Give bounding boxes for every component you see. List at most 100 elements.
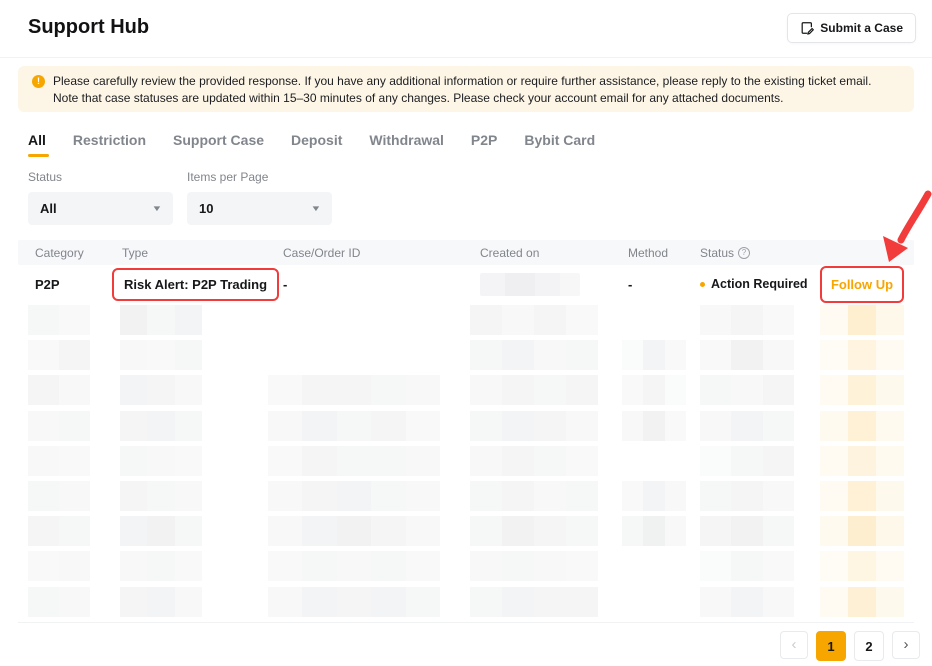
cell-action: Follow Up	[820, 266, 915, 303]
redacted-cell-category	[28, 446, 90, 476]
notice-line-1: Please carefully review the provided res…	[53, 73, 871, 90]
filters: Status All ▼ Items per Page 10 ▼	[28, 170, 332, 225]
redacted-cell-action	[820, 340, 904, 370]
chevron-left-icon: ‹	[792, 636, 797, 653]
redacted-row	[18, 587, 914, 617]
redacted-cell-created	[470, 481, 598, 511]
table-header-row: Category Type Case/Order ID Created on M…	[18, 240, 914, 265]
type-highlight-annotation: Risk Alert: P2P Trading	[112, 268, 279, 301]
redacted-row	[18, 446, 914, 476]
redacted-cell-type	[120, 481, 202, 511]
redacted-cell-method	[622, 340, 686, 370]
redacted-cell-category	[28, 516, 90, 546]
redacted-cell-status	[700, 587, 794, 617]
redacted-cell-status	[700, 340, 794, 370]
chevron-down-icon: ▼	[151, 204, 162, 213]
follow-up-button[interactable]: Follow Up	[831, 277, 893, 292]
items-per-page-select[interactable]: 10 ▼	[187, 192, 332, 225]
tab-p2p[interactable]: P2P	[471, 132, 497, 157]
redacted-cell-id	[268, 446, 440, 476]
notice-line-2: Note that case statuses are updated with…	[53, 90, 871, 107]
redacted-cell-type	[120, 340, 202, 370]
redacted-row	[18, 375, 914, 405]
redacted-cell-status	[700, 481, 794, 511]
redacted-cell-category	[28, 481, 90, 511]
redacted-cell-method	[622, 516, 686, 546]
redacted-cell-id	[268, 375, 440, 405]
page-title: Support Hub	[28, 16, 149, 39]
cell-created-on	[480, 273, 628, 296]
redacted-row	[18, 551, 914, 581]
tab-bybit-card[interactable]: Bybit Card	[524, 132, 595, 157]
redacted-created-on	[480, 273, 580, 296]
redacted-cell-action	[820, 411, 904, 441]
redacted-cell-status	[700, 375, 794, 405]
redacted-cell-id	[268, 481, 440, 511]
redacted-cell-type	[120, 446, 202, 476]
category-tabs: All Restriction Support Case Deposit Wit…	[28, 132, 595, 157]
status-label: Action Required	[711, 277, 808, 291]
next-page-button[interactable]: ›	[892, 631, 920, 659]
redacted-cell-status	[700, 551, 794, 581]
prev-page-button[interactable]: ‹	[780, 631, 808, 659]
submit-case-button[interactable]: Submit a Case	[787, 13, 916, 43]
chevron-right-icon: ›	[904, 636, 909, 653]
redacted-cell-created	[470, 587, 598, 617]
redacted-cell-type	[120, 305, 202, 335]
tab-deposit[interactable]: Deposit	[291, 132, 342, 157]
col-header-created-on: Created on	[480, 246, 628, 260]
redacted-cell-method	[622, 481, 686, 511]
redacted-cell-action	[820, 375, 904, 405]
notice-text: Please carefully review the provided res…	[53, 73, 871, 106]
redacted-cell-action	[820, 305, 904, 335]
submit-case-label: Submit a Case	[820, 21, 903, 35]
col-header-case-order-id: Case/Order ID	[283, 246, 480, 260]
redacted-cell-action	[820, 516, 904, 546]
status-header-label: Status	[700, 246, 734, 260]
items-per-page-label: Items per Page	[187, 170, 332, 184]
type-label: Risk Alert: P2P Trading	[124, 277, 267, 292]
redacted-cell-id	[268, 411, 440, 441]
redacted-cell-type	[120, 516, 202, 546]
redacted-cell-created	[470, 516, 598, 546]
tab-support-case[interactable]: Support Case	[173, 132, 264, 157]
redacted-cell-status	[700, 516, 794, 546]
redacted-cell-category	[28, 587, 90, 617]
tab-all[interactable]: All	[28, 132, 46, 157]
col-header-category: Category	[35, 246, 122, 260]
help-icon[interactable]: ?	[738, 247, 750, 259]
cell-case-order-id: -	[283, 277, 480, 292]
redacted-cell-id	[268, 587, 440, 617]
status-filter-select[interactable]: All ▼	[28, 192, 173, 225]
table-row: P2P Risk Alert: P2P Trading - - Action R…	[18, 265, 914, 303]
cell-status: Action Required	[700, 277, 820, 291]
redacted-cell-category	[28, 340, 90, 370]
tab-restriction[interactable]: Restriction	[73, 132, 146, 157]
redacted-cell-status	[700, 446, 794, 476]
redacted-cell-created	[470, 446, 598, 476]
redacted-cell-method	[622, 411, 686, 441]
redacted-row	[18, 340, 914, 370]
redacted-cell-action	[820, 446, 904, 476]
col-header-status: Status ?	[700, 246, 820, 260]
redacted-cell-category	[28, 551, 90, 581]
col-header-type: Type	[122, 246, 283, 260]
redacted-cell-category	[28, 375, 90, 405]
cases-table: Category Type Case/Order ID Created on M…	[18, 240, 914, 303]
edit-document-icon	[800, 21, 814, 35]
redacted-row	[18, 516, 914, 546]
redacted-cell-category	[28, 305, 90, 335]
items-per-page-value: 10	[199, 201, 213, 216]
page-button-1[interactable]: 1	[816, 631, 846, 661]
status-filter-value: All	[40, 201, 57, 216]
alert-icon: !	[32, 75, 45, 88]
cell-method: -	[628, 277, 700, 292]
redacted-cell-status	[700, 411, 794, 441]
status-dot-icon	[700, 282, 705, 287]
notice-banner: ! Please carefully review the provided r…	[18, 66, 914, 112]
redacted-cell-created	[470, 305, 598, 335]
redacted-cell-created	[470, 340, 598, 370]
page-button-2[interactable]: 2	[854, 631, 884, 661]
tab-withdrawal[interactable]: Withdrawal	[369, 132, 444, 157]
table-bottom-divider	[18, 622, 914, 623]
